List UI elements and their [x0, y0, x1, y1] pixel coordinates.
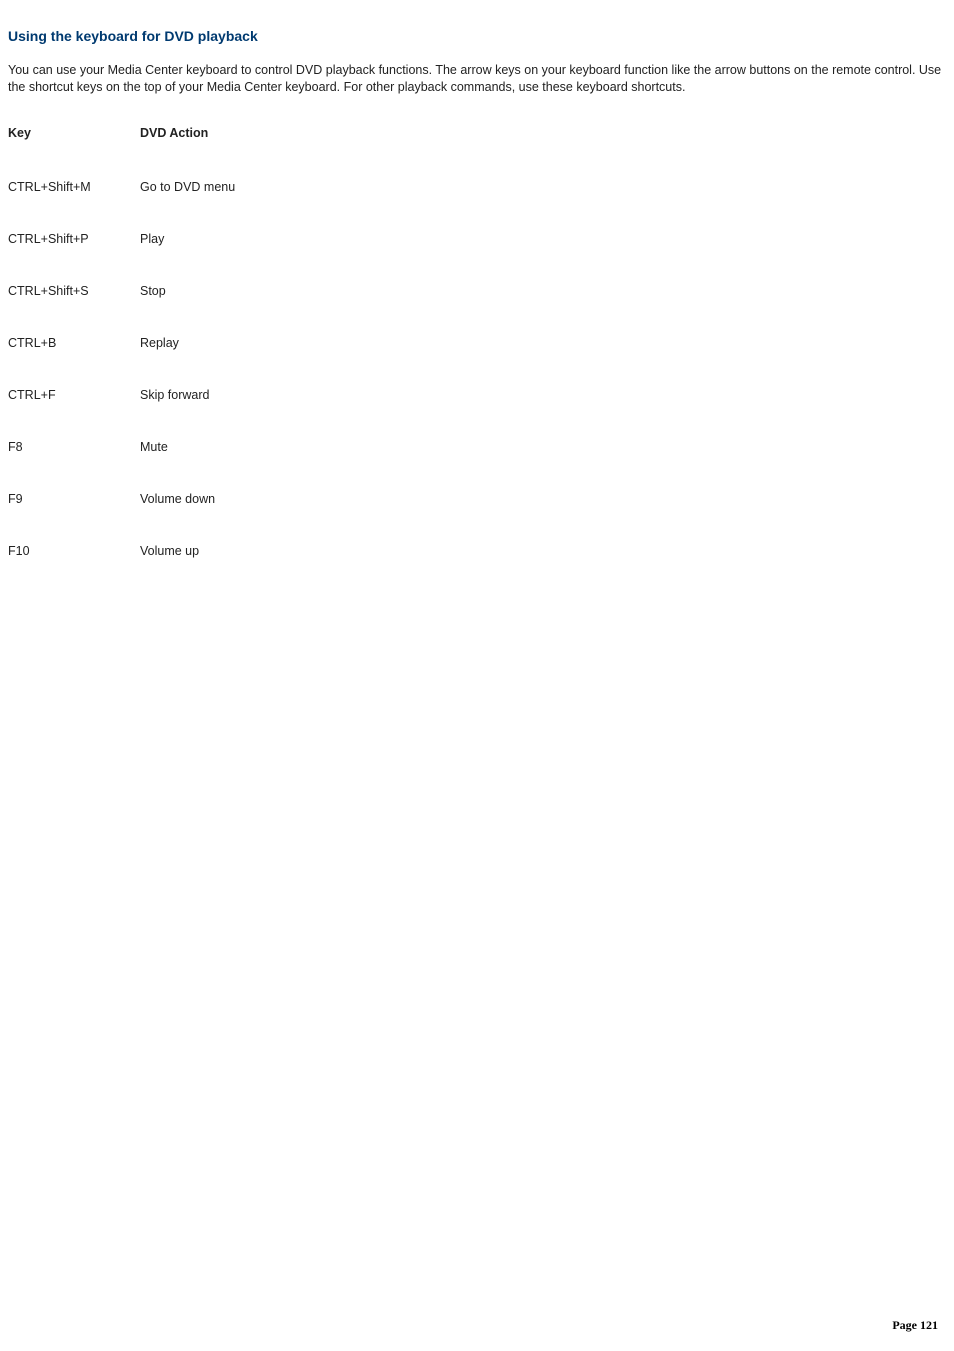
table-cell-action: Mute [140, 440, 235, 492]
table-row: F9 Volume down [8, 492, 235, 544]
table-cell-action: Volume up [140, 544, 235, 558]
page-footer: Page 121 [892, 1318, 938, 1333]
table-cell-key: CTRL+Shift+S [8, 284, 140, 336]
table-row: F8 Mute [8, 440, 235, 492]
page-number: 121 [920, 1318, 938, 1332]
table-row: CTRL+Shift+S Stop [8, 284, 235, 336]
table-row: F10 Volume up [8, 544, 235, 558]
table-cell-key: CTRL+Shift+P [8, 232, 140, 284]
table-row: CTRL+Shift+P Play [8, 232, 235, 284]
table-header-action: DVD Action [140, 126, 235, 180]
table-cell-key: CTRL+B [8, 336, 140, 388]
intro-paragraph: You can use your Media Center keyboard t… [8, 62, 946, 96]
table-row: CTRL+Shift+M Go to DVD menu [8, 180, 235, 232]
table-cell-action: Stop [140, 284, 235, 336]
table-cell-key: CTRL+F [8, 388, 140, 440]
table-cell-key: CTRL+Shift+M [8, 180, 140, 232]
table-header-key: Key [8, 126, 140, 180]
table-cell-action: Go to DVD menu [140, 180, 235, 232]
table-row: CTRL+F Skip forward [8, 388, 235, 440]
table-cell-action: Volume down [140, 492, 235, 544]
table-cell-action: Skip forward [140, 388, 235, 440]
table-cell-action: Play [140, 232, 235, 284]
table-cell-key: F9 [8, 492, 140, 544]
table-row: CTRL+B Replay [8, 336, 235, 388]
page-heading: Using the keyboard for DVD playback [8, 28, 946, 44]
table-cell-key: F8 [8, 440, 140, 492]
page-label: Page [892, 1318, 917, 1332]
table-cell-key: F10 [8, 544, 140, 558]
shortcut-table: Key DVD Action CTRL+Shift+M Go to DVD me… [8, 126, 235, 558]
table-cell-action: Replay [140, 336, 235, 388]
table-header-row: Key DVD Action [8, 126, 235, 180]
